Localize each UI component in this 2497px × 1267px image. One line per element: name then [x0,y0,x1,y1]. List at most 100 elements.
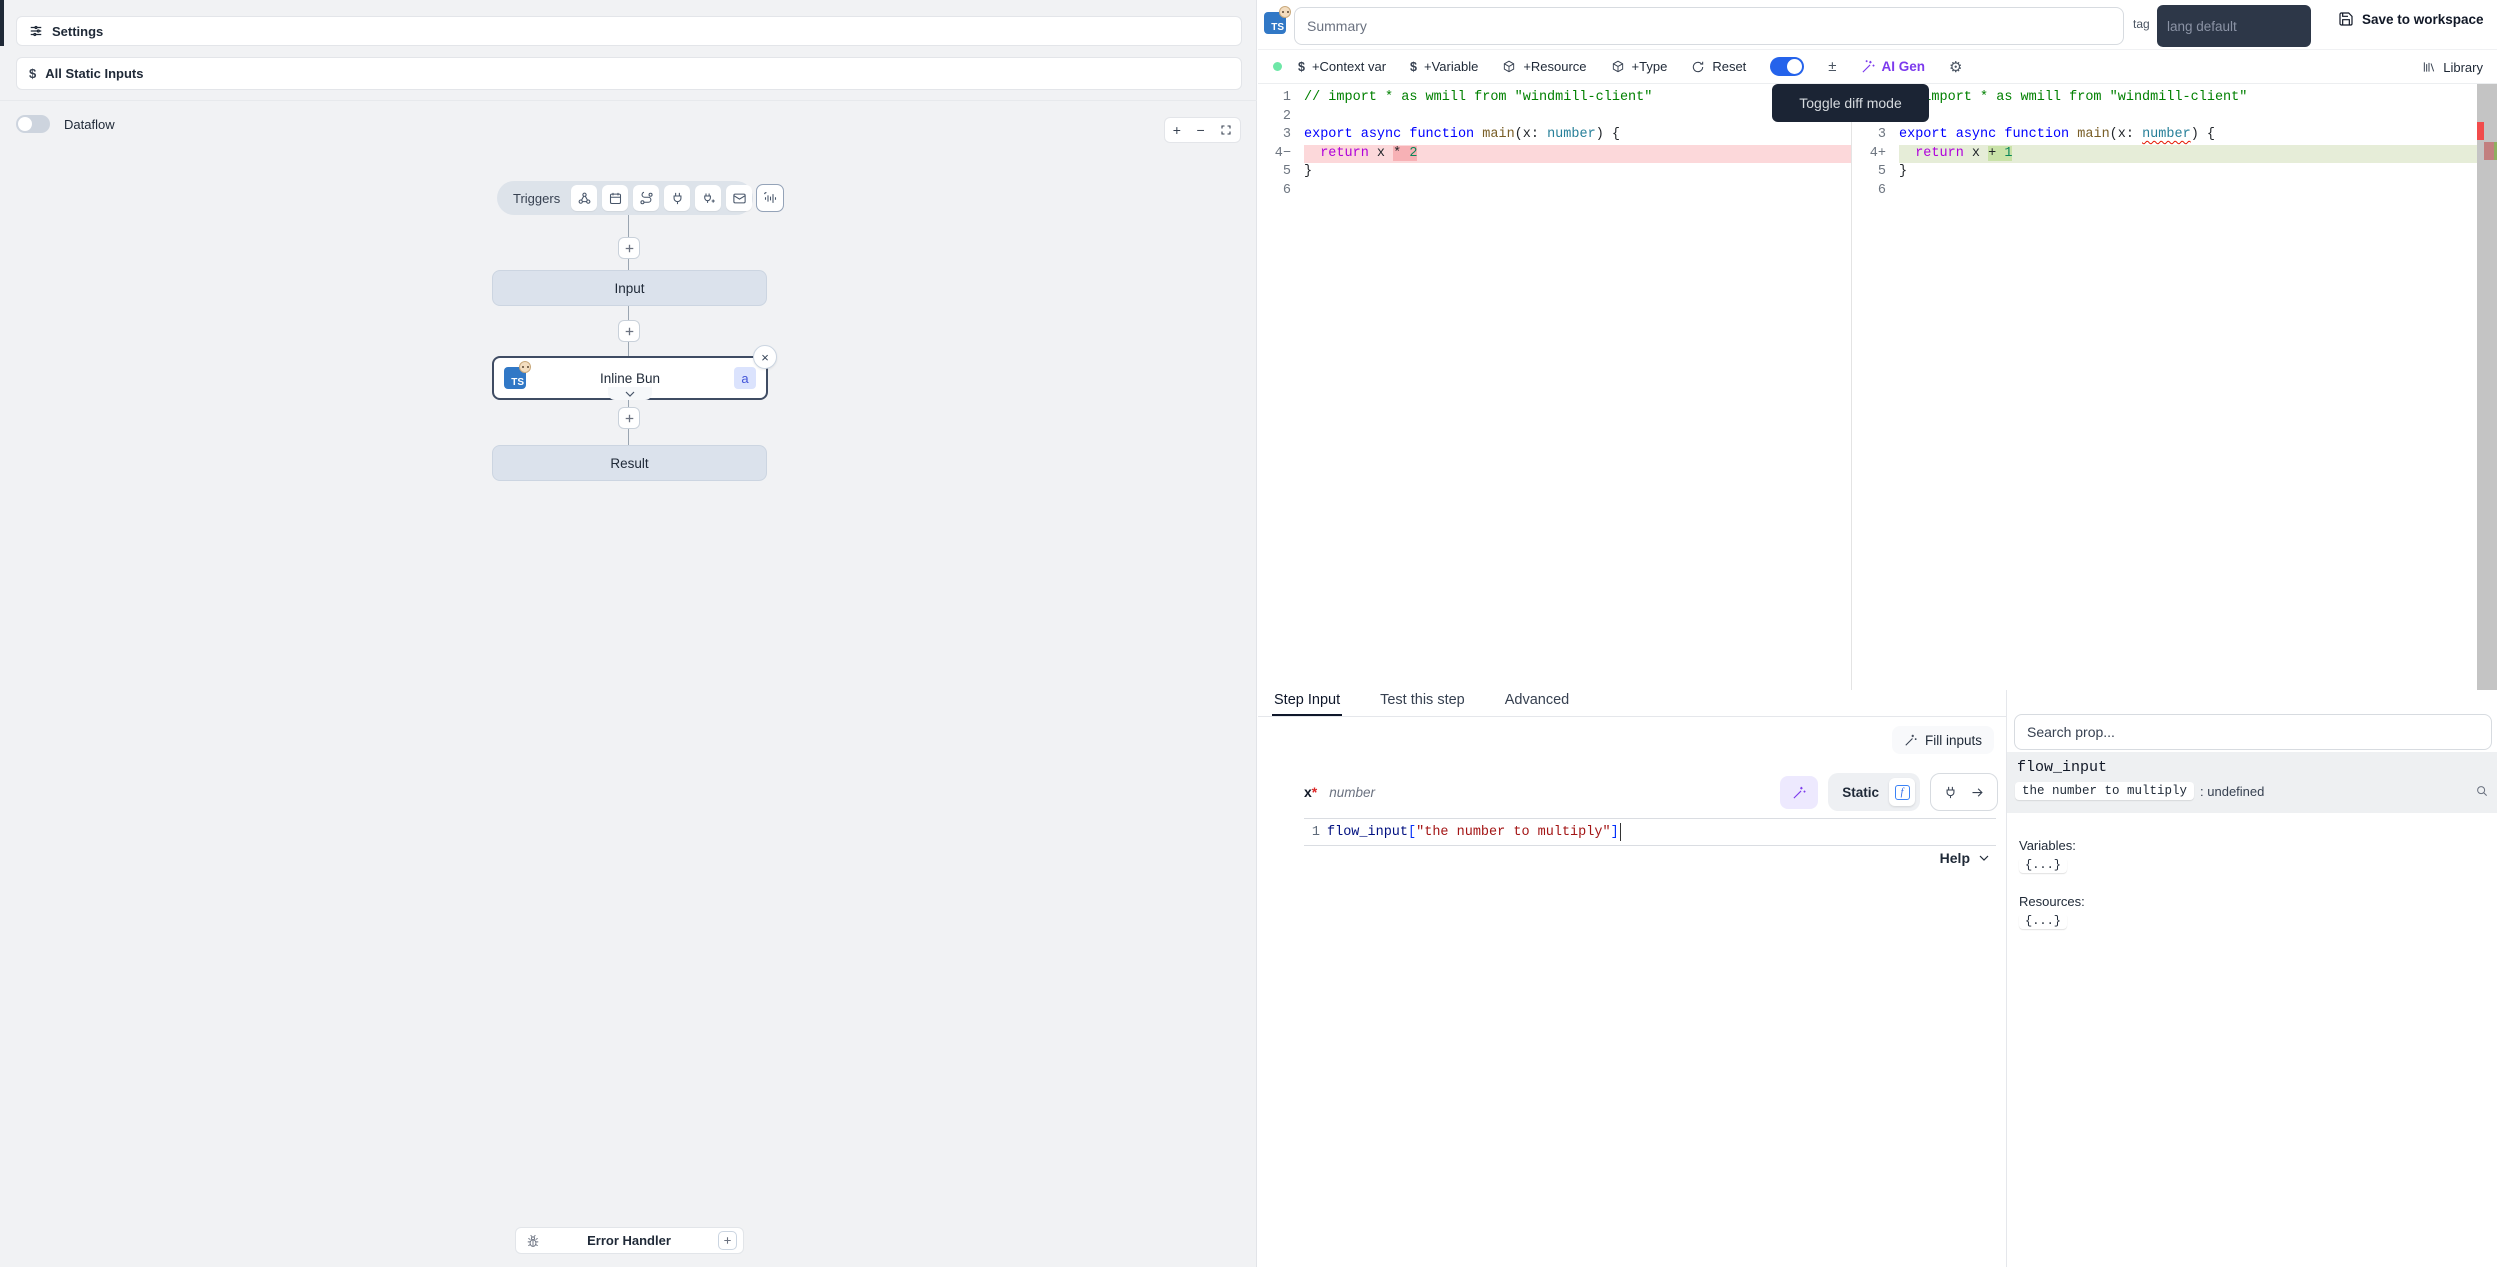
panel-divider [0,100,1257,101]
dataflow-row: Dataflow [16,115,115,133]
error-handler-label: Error Handler [540,1233,718,1248]
ai-fill-button[interactable] [1780,776,1818,809]
edge-line [628,342,629,356]
arg-field-row: x * number Static f [1304,773,1998,811]
help-toggle[interactable]: Help [1940,850,1990,866]
add-context-var-button[interactable]: $ +Context var [1298,59,1386,74]
tab-advanced[interactable]: Advanced [1503,690,1572,716]
add-error-handler-button[interactable] [718,1231,737,1250]
library-icon [2422,60,2436,74]
schedule-trigger-icon[interactable] [602,185,628,211]
canvas-zoom-controls: + − [1164,117,1241,143]
tag-label: tag [2133,17,2150,31]
error-handler-node[interactable]: Error Handler [515,1227,744,1254]
static-label: Static [1842,785,1879,800]
all-static-inputs-label: All Static Inputs [45,66,143,81]
prop-value: : undefined [2200,784,2264,799]
add-type-button[interactable]: +Type [1611,59,1668,74]
editor-settings-icon[interactable]: ⚙ [1949,58,1962,76]
function-icon: f [1895,785,1910,800]
toggle-diff-tooltip: Toggle diff mode [1772,84,1929,122]
status-dot [1273,62,1282,71]
websocket-trigger-icon[interactable] [664,185,690,211]
flow-node-result[interactable]: Result [492,445,767,481]
windmill-flow-editor: Settings $ All Static Inputs Dataflow + … [0,0,2497,1267]
arg-type: number [1329,785,1375,800]
settings-label: Settings [52,24,103,39]
fill-inputs-button[interactable]: Fill inputs [1892,726,1994,754]
insert-step-button[interactable] [618,407,640,429]
zoom-out-button[interactable]: − [1196,123,1204,137]
delete-step-button[interactable]: × [753,345,777,369]
text-caret [1620,823,1621,841]
expand-step-button[interactable] [608,387,652,400]
dollar-icon: $ [1298,60,1305,74]
flow-node-input[interactable]: Input [492,270,767,306]
flow-graph-panel: Settings $ All Static Inputs Dataflow + … [0,0,1257,1267]
ai-gen-button[interactable]: AI Gen [1861,59,1926,74]
email-trigger-icon[interactable] [726,185,752,211]
insert-step-button[interactable] [618,237,640,259]
search-prop-input[interactable] [2014,714,2492,750]
webhook-trigger-icon[interactable] [571,185,597,211]
kafka-trigger-icon[interactable] [695,185,721,211]
resources-label: Resources: [2019,894,2085,909]
save-to-workspace-button[interactable]: Save to workspace [2338,11,2484,27]
summary-input[interactable] [1294,7,2124,45]
static-mode-pill: Static f [1828,773,1920,811]
package-icon [1611,60,1625,74]
connect-input-pill [1930,773,1998,811]
flow-input-block[interactable]: flow_input the number to multiply : unde… [2007,752,2497,813]
tab-test-this-step[interactable]: Test this step [1378,690,1467,716]
wand-icon [1861,59,1876,74]
step-node-label: Inline Bun [526,371,734,386]
prop-chip[interactable]: the number to multiply [2015,782,2194,800]
error-marker [2477,122,2484,140]
diff-inline-toggle[interactable]: ± [1828,58,1836,75]
http-route-trigger-icon[interactable] [633,185,659,211]
reset-button[interactable]: Reset [1691,59,1746,74]
insert-step-button[interactable] [618,320,640,342]
variables-label: Variables: [2019,838,2076,853]
step-tabs: Step Input Test this step Advanced [1258,690,2006,717]
diff-pane-original[interactable]: 1// import * as wmill from "windmill-cli… [1258,84,1852,690]
overview-ruler[interactable] [2477,84,2497,690]
zoom-in-button[interactable]: + [1173,123,1181,137]
flow-input-prop-row[interactable]: the number to multiply : undefined [2015,782,2264,800]
captures-trigger-icon[interactable] [757,185,783,211]
expr-code[interactable]: flow_input["the number to multiply"] [1327,825,1619,840]
settings-button[interactable]: Settings [16,16,1242,46]
variables-collapsed-chip[interactable]: {...} [2019,857,2067,873]
bun-icon [1279,6,1291,18]
resources-collapsed-chip[interactable]: {...} [2019,913,2067,929]
typescript-bun-icon: TS [1264,12,1286,34]
dataflow-toggle[interactable] [16,115,50,133]
typescript-bun-icon: TS [504,367,526,389]
add-variable-button[interactable]: $ +Variable [1410,59,1478,74]
refresh-icon [1691,60,1705,74]
tag-input[interactable] [2157,5,2311,47]
diff-pane-modified[interactable]: 1// import * as wmill from "windmill-cli… [1853,84,2497,690]
required-asterisk: * [1312,784,1317,800]
dataflow-label: Dataflow [64,117,115,132]
tab-step-input[interactable]: Step Input [1272,690,1342,716]
fit-view-button[interactable] [1220,124,1232,136]
add-resource-button[interactable]: +Resource [1502,59,1586,74]
dollar-icon: $ [1410,60,1417,74]
plug-icon[interactable] [1943,785,1958,800]
edge-line [628,306,629,320]
wand-icon [1904,733,1918,747]
save-label: Save to workspace [2362,12,2484,27]
library-button[interactable]: Library [2422,50,2483,84]
diff-mode-toggle[interactable] [1770,57,1804,76]
save-icon [2338,11,2354,27]
step-id-badge: a [734,367,756,389]
search-icon[interactable] [2475,784,2489,798]
diff-code-editor[interactable]: 1// import * as wmill from "windmill-cli… [1258,84,2497,690]
flow-node-inline-bun[interactable]: TS Inline Bun a × [492,356,768,400]
dollar-icon: $ [29,66,36,81]
input-expression-editor[interactable]: 1 flow_input["the number to multiply"] [1304,818,1996,846]
javascript-mode-button[interactable]: f [1889,778,1915,806]
all-static-inputs-button[interactable]: $ All Static Inputs [16,57,1242,90]
arrow-right-icon[interactable] [1970,785,1985,800]
